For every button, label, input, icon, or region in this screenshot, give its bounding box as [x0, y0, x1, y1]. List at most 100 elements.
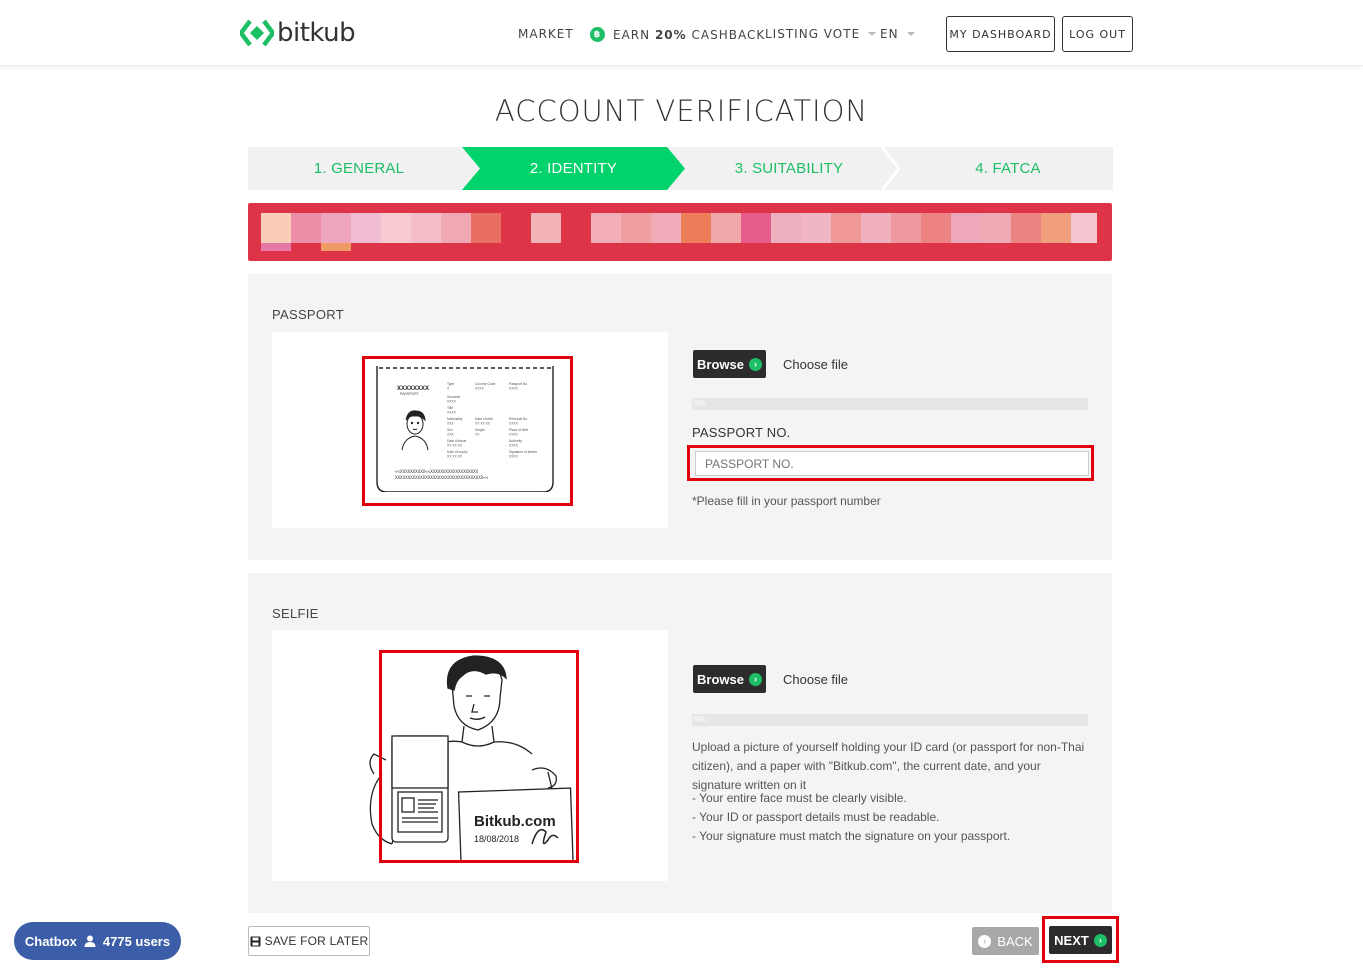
passport-progress-text: 0%: [694, 399, 706, 408]
redacted-block: [741, 213, 771, 243]
redacted-block: [891, 213, 921, 243]
selfie-rule-item: - Your ID or passport details must be re…: [692, 810, 940, 824]
arrow-right-icon: ›: [748, 357, 762, 371]
selfie-upload-progress: 0%: [692, 714, 1088, 726]
selfie-file-name: Choose file: [783, 672, 849, 687]
my-dashboard-button[interactable]: MY DASHBOARD: [946, 16, 1055, 52]
chatbox-label: Chatbox: [24, 933, 77, 949]
redacted-block: [291, 213, 321, 243]
nav-market[interactable]: MARKET: [518, 27, 574, 41]
selfie-rules: - Your entire face must be clearly visib…: [692, 789, 1092, 846]
step-general-label: 1. GENERAL: [313, 160, 405, 177]
nav-listing-vote-label: LISTING VOTE: [765, 27, 861, 41]
nav-earn-suffix: CASHBACK: [691, 27, 766, 42]
arrow-right-icon: ›: [748, 672, 762, 686]
bitkub-logo[interactable]: bitkub: [240, 17, 356, 49]
next-button[interactable]: NEXT ›: [1049, 926, 1112, 954]
language-selector[interactable]: EN: [880, 27, 915, 41]
step-identity[interactable]: 2. IDENTITY: [462, 147, 685, 190]
nav-earn-percent: 20%: [654, 27, 687, 42]
nav-earn-prefix: EARN: [613, 27, 651, 42]
redacted-block: [321, 243, 351, 251]
redacted-block: [261, 243, 291, 251]
passport-section-label: PASSPORT: [272, 307, 344, 322]
selfie-preview: Bitkub.com 18/08/2018: [272, 630, 668, 881]
redacted-block: [651, 213, 681, 243]
passport-no-input[interactable]: [695, 451, 1089, 476]
redacted-block: [1041, 213, 1071, 243]
selfie-description: Upload a picture of yourself holding you…: [692, 740, 1085, 792]
step-suitability[interactable]: 3. SUITABILITY: [685, 147, 893, 190]
redacted-block: [831, 213, 861, 243]
passport-highlight-box: [362, 356, 573, 506]
redacted-block: [261, 213, 291, 243]
redacted-block: [981, 213, 1011, 243]
redacted-block: [591, 213, 621, 243]
logo-text: bitkub: [277, 18, 356, 48]
passport-browse-button[interactable]: Browse ›: [693, 350, 766, 378]
chevron-down-icon: [906, 32, 915, 36]
passport-upload-progress: 0%: [692, 398, 1088, 410]
redacted-block: [861, 213, 891, 243]
selfie-progress-text: 0%: [694, 715, 706, 724]
passport-browse-label: Browse: [697, 356, 744, 372]
redacted-block: [1071, 213, 1097, 243]
selfie-browse-button[interactable]: Browse ›: [693, 665, 766, 693]
next-label: NEXT: [1054, 932, 1089, 948]
my-dashboard-label: MY DASHBOARD: [949, 27, 1052, 41]
passport-preview: XXXXXXXX PASSPORT Type X Country Code XXXX…: [272, 332, 668, 528]
bitkub-coin-icon: ฿: [590, 27, 605, 42]
logout-button[interactable]: LOG OUT: [1062, 16, 1133, 52]
nav-market-label: MARKET: [518, 27, 574, 41]
alert-banner-redacted: [248, 203, 1112, 261]
passport-no-highlight-box: [687, 445, 1094, 481]
language-label: EN: [880, 27, 899, 41]
step-progress-bar: 1. GENERAL 2. IDENTITY 3. SUITABILITY 4.…: [248, 147, 1113, 190]
logout-label: LOG OUT: [1069, 27, 1126, 41]
arrow-left-icon: ‹: [978, 934, 992, 948]
chevron-down-icon: [868, 32, 877, 36]
redacted-block: [681, 213, 711, 243]
user-icon: [84, 935, 96, 947]
selfie-section-label: SELFIE: [272, 606, 319, 621]
bitkub-logo-icon: [240, 19, 274, 47]
step-identity-label: 2. IDENTITY: [529, 160, 618, 177]
passport-file-name: Choose file: [783, 357, 849, 372]
selfie-rule-item: - Your signature must match the signatur…: [692, 829, 1011, 843]
step-fatca-label: 4. FATCA: [975, 160, 1041, 177]
redacted-block: [951, 213, 981, 243]
redacted-block: [381, 213, 411, 243]
redacted-block: [411, 213, 441, 243]
save-for-later-button[interactable]: SAVE FOR LATER: [248, 926, 370, 956]
redacted-block: [771, 213, 801, 243]
selfie-section: SELFIE Bitkub.com 18/08/2018 Browse › Ch…: [248, 573, 1112, 913]
redacted-block: [471, 213, 501, 243]
top-header: bitkub MARKET ฿ EARN 20% CASHBACK LISTIN…: [0, 0, 1363, 66]
step-general[interactable]: 1. GENERAL: [248, 147, 470, 190]
redacted-block: [1011, 213, 1041, 243]
chatbox-users-count: 4775 users: [102, 933, 171, 949]
passport-section: PASSPORT XXXXXXXX PASSPORT Type X Country…: [248, 274, 1112, 560]
nav-earn-cashback[interactable]: ฿ EARN 20% CASHBACK: [590, 27, 765, 42]
redacted-block: [321, 213, 351, 243]
next-highlight-box: NEXT ›: [1042, 916, 1119, 963]
back-button[interactable]: ‹ BACK: [972, 927, 1039, 955]
redacted-block: [621, 213, 651, 243]
selfie-rule-item: - Your entire face must be clearly visib…: [692, 791, 907, 805]
passport-no-label: PASSPORT NO.: [692, 425, 791, 440]
chatbox-button[interactable]: Chatbox 4775 users: [14, 922, 181, 960]
arrow-right-icon: ›: [1093, 933, 1107, 947]
redacted-block: [351, 213, 381, 243]
redacted-block: [801, 213, 831, 243]
redacted-block: [711, 213, 741, 243]
passport-hint: *Please fill in your passport number: [692, 494, 881, 508]
back-label: BACK: [997, 933, 1033, 949]
redacted-block: [441, 213, 471, 243]
step-suitability-label: 3. SUITABILITY: [734, 160, 844, 177]
save-for-later-label: SAVE FOR LATER: [264, 934, 369, 948]
step-fatca[interactable]: 4. FATCA: [903, 147, 1113, 190]
selfie-browse-label: Browse: [697, 671, 744, 687]
nav-listing-vote[interactable]: LISTING VOTE: [765, 27, 877, 41]
redacted-block: [531, 213, 561, 243]
page-title: ACCOUNT VERIFICATION: [494, 94, 869, 128]
